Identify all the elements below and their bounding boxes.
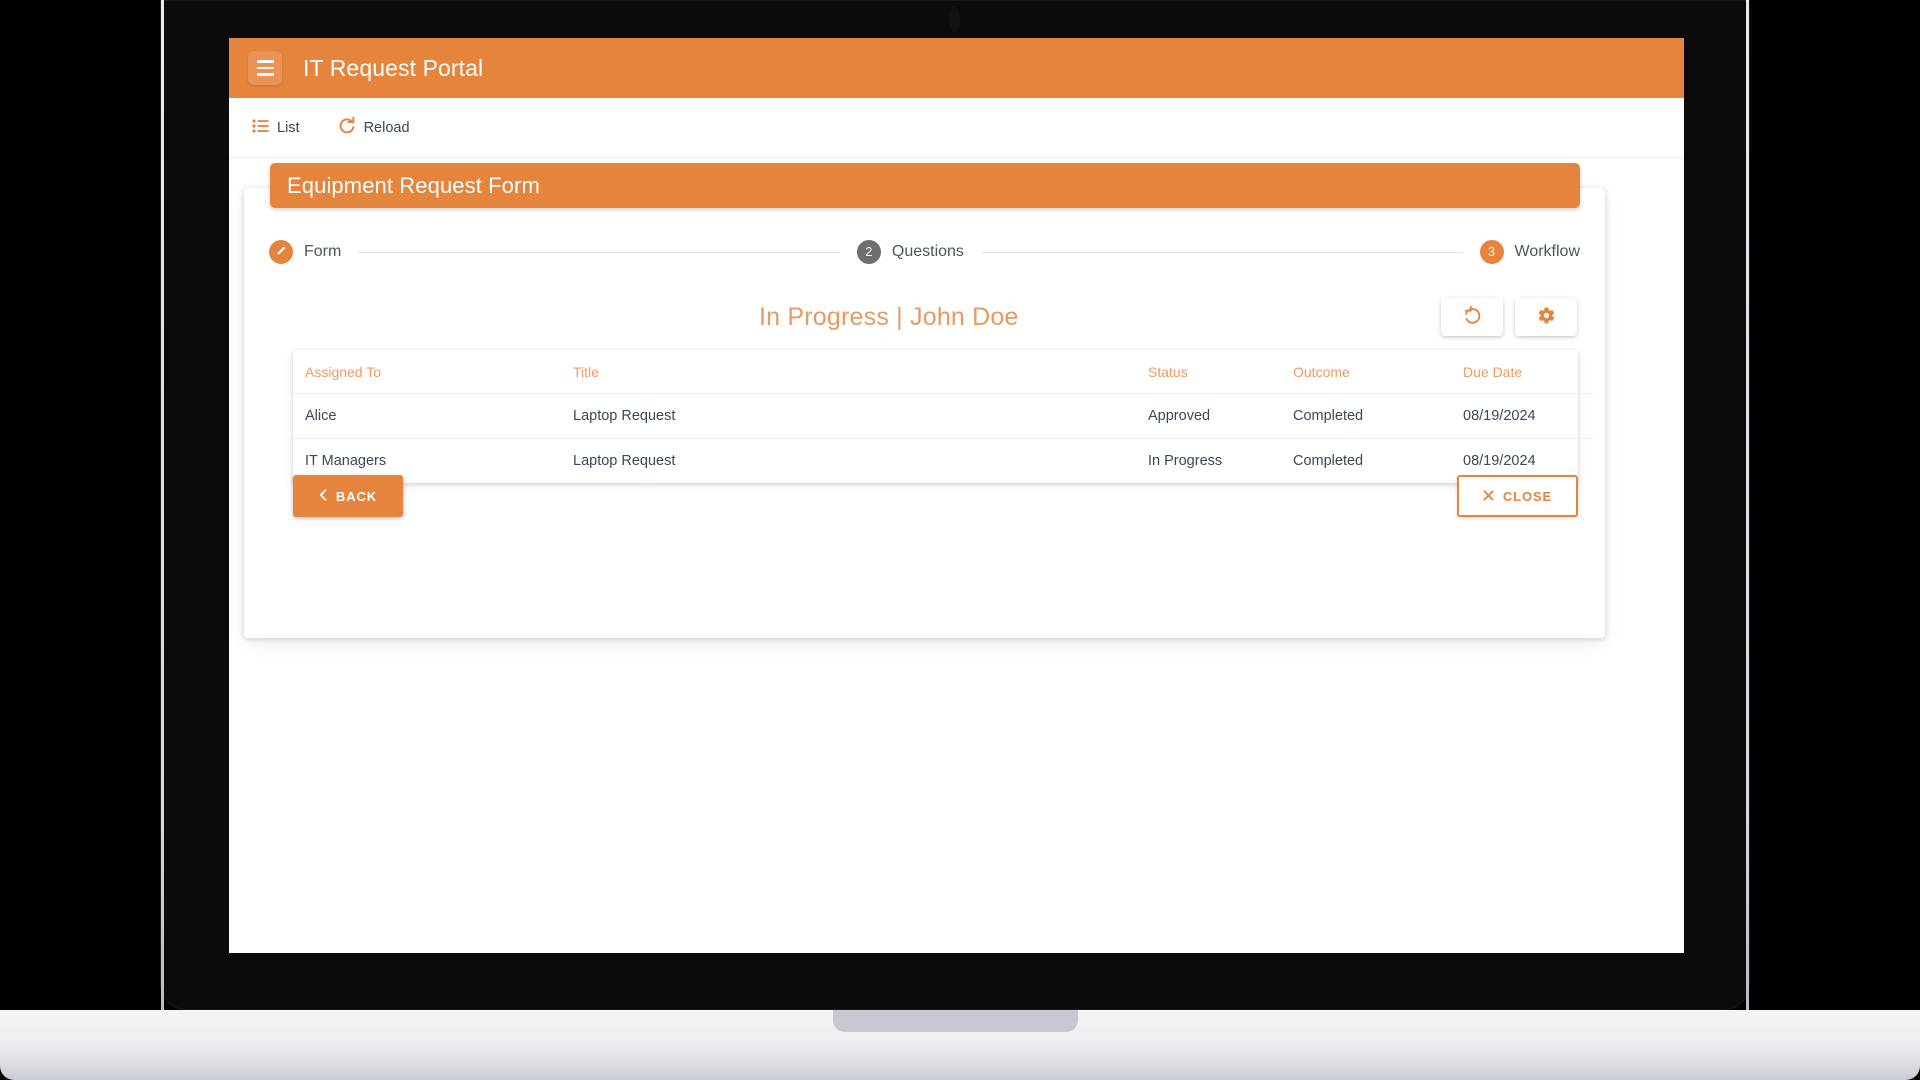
reload-icon xyxy=(338,116,356,138)
column-header-due-date: Due Date xyxy=(1463,350,1593,394)
close-icon xyxy=(1483,489,1494,504)
page-title: IT Request Portal xyxy=(303,54,484,81)
refresh-button[interactable] xyxy=(1441,298,1503,336)
toolbar: List Reload xyxy=(229,98,1684,158)
cell-title: Laptop Request xyxy=(573,393,1148,439)
app-header: IT Request Portal xyxy=(229,38,1684,98)
workflow-card: Form 2 Questions 3 Workflow In Progress … xyxy=(244,188,1605,638)
back-button-label: BACK xyxy=(335,488,378,504)
column-header-status: Status xyxy=(1148,350,1293,394)
step-questions-label: Questions xyxy=(891,243,964,260)
step-form[interactable]: Form xyxy=(269,240,341,264)
hamburger-bar xyxy=(256,60,274,63)
close-button-label: CLOSE xyxy=(1502,488,1553,504)
form-banner-title: Equipment Request Form xyxy=(287,172,540,198)
toolbar-item-reload[interactable]: Reload xyxy=(334,113,414,142)
column-header-outcome: Outcome xyxy=(1293,350,1463,394)
hamburger-bar xyxy=(256,73,274,76)
cell-due-date: 08/19/2024 xyxy=(1463,393,1593,439)
card-footer: BACK CLOSE xyxy=(293,475,1578,525)
cell-status: Approved xyxy=(1148,393,1293,439)
stepper-connector xyxy=(980,251,1463,253)
cell-outcome: Completed xyxy=(1293,393,1463,439)
back-button[interactable]: BACK xyxy=(293,475,403,517)
refresh-icon xyxy=(1463,304,1482,328)
hamburger-icon[interactable] xyxy=(248,51,282,85)
close-button[interactable]: CLOSE xyxy=(1457,475,1578,517)
status-actions xyxy=(1441,298,1577,336)
list-icon xyxy=(252,119,269,136)
step-form-bubble xyxy=(269,240,293,264)
settings-button[interactable] xyxy=(1515,298,1577,336)
step-questions-bubble: 2 xyxy=(856,240,881,264)
stepper: Form 2 Questions 3 Workflow xyxy=(269,234,1580,270)
laptop-camera-icon xyxy=(949,6,960,32)
page-background: IT Request Portal List Reload Equipment … xyxy=(0,0,1920,1080)
status-heading: In Progress | John Doe xyxy=(759,302,1019,331)
laptop-trackpad-notch xyxy=(833,1010,1078,1032)
laptop-bezel-left xyxy=(161,0,164,1010)
column-header-assigned-to: Assigned To xyxy=(293,350,573,394)
stepper-connector xyxy=(358,251,840,253)
step-questions[interactable]: 2 Questions xyxy=(856,240,964,264)
workflow-table: Assigned To Title Status Outcome Due Dat… xyxy=(293,350,1593,483)
form-banner: Equipment Request Form xyxy=(270,163,1580,208)
laptop-bezel-right xyxy=(1746,0,1749,1010)
table-header-row: Assigned To Title Status Outcome Due Dat… xyxy=(293,350,1593,394)
step-workflow[interactable]: 3 Workflow xyxy=(1479,240,1581,264)
chevron-left-icon xyxy=(319,488,327,504)
gear-icon xyxy=(1537,306,1556,328)
toolbar-item-list[interactable]: List xyxy=(248,115,304,140)
table-row[interactable]: Alice Laptop Request Approved Completed … xyxy=(293,393,1593,439)
pencil-icon xyxy=(275,244,288,260)
hamburger-bar xyxy=(256,66,274,70)
cell-assigned-to: Alice xyxy=(293,393,573,439)
toolbar-item-reload-label: Reload xyxy=(363,119,410,136)
column-header-title: Title xyxy=(573,350,1148,394)
step-workflow-label: Workflow xyxy=(1514,243,1581,260)
step-workflow-bubble: 3 xyxy=(1479,240,1504,264)
step-form-label: Form xyxy=(304,243,342,260)
toolbar-item-list-label: List xyxy=(277,119,300,136)
status-row: In Progress | John Doe xyxy=(269,288,1580,346)
